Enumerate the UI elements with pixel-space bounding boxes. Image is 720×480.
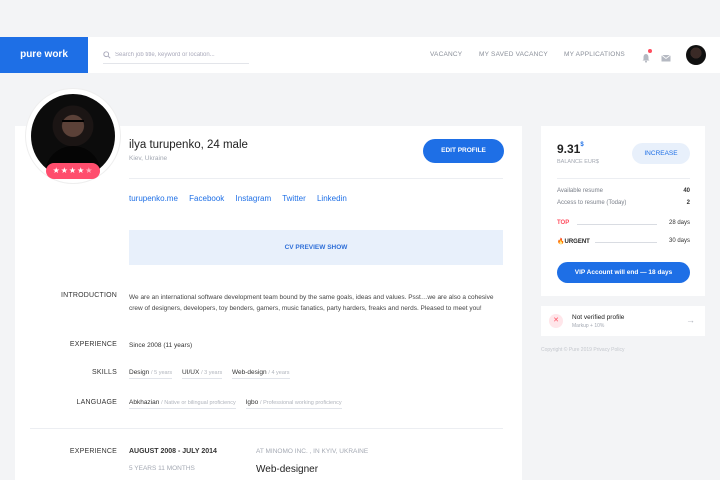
search-icon bbox=[103, 51, 111, 59]
divider bbox=[30, 428, 503, 429]
profile-name: ilya turupenko, 24 male bbox=[129, 139, 248, 151]
top-row: TOP 28 days bbox=[557, 220, 690, 226]
footer-copyright: Copyright © Pure 2019 Privacy Policy bbox=[541, 347, 625, 353]
skill-tag: Web-design / 4 years bbox=[232, 369, 290, 379]
balance-label: BALANCE EUR$ bbox=[557, 159, 599, 165]
balance-value: 9.31$ bbox=[557, 142, 584, 156]
link-instagram[interactable]: Instagram bbox=[236, 194, 272, 203]
available-resume-row: Available resume 40 bbox=[557, 188, 690, 194]
mail-icon bbox=[661, 54, 671, 62]
nav-vacancy[interactable]: VACANCY bbox=[430, 37, 462, 73]
nav-my-saved-vacancy[interactable]: MY SAVED VACANCY bbox=[479, 37, 548, 73]
skills-list: Design / 5 years UI/UX / 3 years Web-des… bbox=[129, 369, 298, 379]
star-empty-icon: ★ bbox=[85, 166, 94, 175]
search-bar bbox=[103, 48, 249, 64]
cv-preview-button[interactable]: CV PREVIEW SHOW bbox=[129, 230, 503, 265]
social-links: turupenko.me Facebook Instagram Twitter … bbox=[129, 194, 356, 203]
work-company: AT MINOMO INC. , IN KYIV, UKRAINE bbox=[256, 448, 369, 455]
rating-badge: ★★★★★ bbox=[46, 163, 100, 179]
work-dates: AUGUST 2008 - JULY 2014 bbox=[129, 448, 217, 455]
urgent-row: 🔥URGENT 30 days bbox=[557, 238, 690, 245]
bell-icon bbox=[642, 54, 650, 63]
messages-button[interactable] bbox=[661, 50, 671, 62]
search-input[interactable] bbox=[115, 48, 249, 62]
introduction-text: We are an international software develop… bbox=[129, 294, 494, 312]
link-facebook[interactable]: Facebook bbox=[189, 194, 224, 203]
increase-button[interactable]: INCREASE bbox=[632, 143, 690, 164]
user-avatar[interactable] bbox=[686, 45, 706, 65]
work-experience-label: EXPERIENCE bbox=[69, 448, 117, 455]
close-icon: ✕ bbox=[549, 314, 563, 328]
language-tag: Abkhazian / Native or bilingual proficie… bbox=[129, 399, 236, 409]
experience-label: EXPERIENCE bbox=[69, 341, 117, 348]
link-linkedin[interactable]: Linkedin bbox=[317, 194, 347, 203]
notification-dot bbox=[648, 49, 652, 53]
star-icon: ★ bbox=[52, 166, 61, 175]
vip-account-button[interactable]: VIP Account will end — 18 days bbox=[557, 262, 690, 283]
work-role: Web-designer bbox=[256, 464, 319, 475]
experience-value: Since 2008 (11 years) bbox=[129, 342, 193, 349]
star-icon: ★ bbox=[60, 166, 69, 175]
languages-list: Abkhazian / Native or bilingual proficie… bbox=[129, 399, 350, 409]
star-icon: ★ bbox=[68, 166, 78, 175]
account-panel: 9.31$ BALANCE EUR$ INCREASE Available re… bbox=[541, 126, 705, 296]
skill-tag: Design / 5 years bbox=[129, 369, 173, 379]
profile-location: Kiev, Ukraine bbox=[129, 155, 168, 162]
link-website[interactable]: turupenko.me bbox=[129, 194, 178, 203]
divider bbox=[129, 178, 503, 179]
verification-notice[interactable]: ✕ Not verified profile Markup + 10% → bbox=[541, 306, 705, 336]
work-duration: 5 YEARS 11 MONTHS bbox=[129, 465, 195, 472]
link-twitter[interactable]: Twitter bbox=[282, 194, 306, 203]
logo[interactable]: pure work bbox=[0, 37, 88, 73]
language-tag: Igbo / Professional working proficiency bbox=[245, 399, 342, 409]
notice-title: Not verified profile bbox=[572, 314, 625, 321]
language-label: LANGUAGE bbox=[76, 399, 117, 406]
divider bbox=[557, 178, 690, 179]
skill-tag: UI/UX / 3 years bbox=[181, 369, 223, 379]
notice-subtitle: Markup + 10% bbox=[572, 323, 605, 329]
access-resume-row: Access to resume (Today) 2 bbox=[557, 200, 690, 206]
nav-my-applications[interactable]: MY APPLICATIONS bbox=[564, 37, 625, 73]
skills-label: SKILLS bbox=[92, 369, 117, 376]
top-navigation-bar: pure work VACANCY MY SAVED VACANCY MY AP… bbox=[0, 37, 720, 73]
arrow-right-icon: → bbox=[686, 315, 695, 325]
notifications-button[interactable] bbox=[641, 49, 652, 63]
introduction-label: INTRODUCTION bbox=[60, 292, 117, 299]
edit-profile-button[interactable]: EDIT PROFILE bbox=[423, 139, 504, 163]
